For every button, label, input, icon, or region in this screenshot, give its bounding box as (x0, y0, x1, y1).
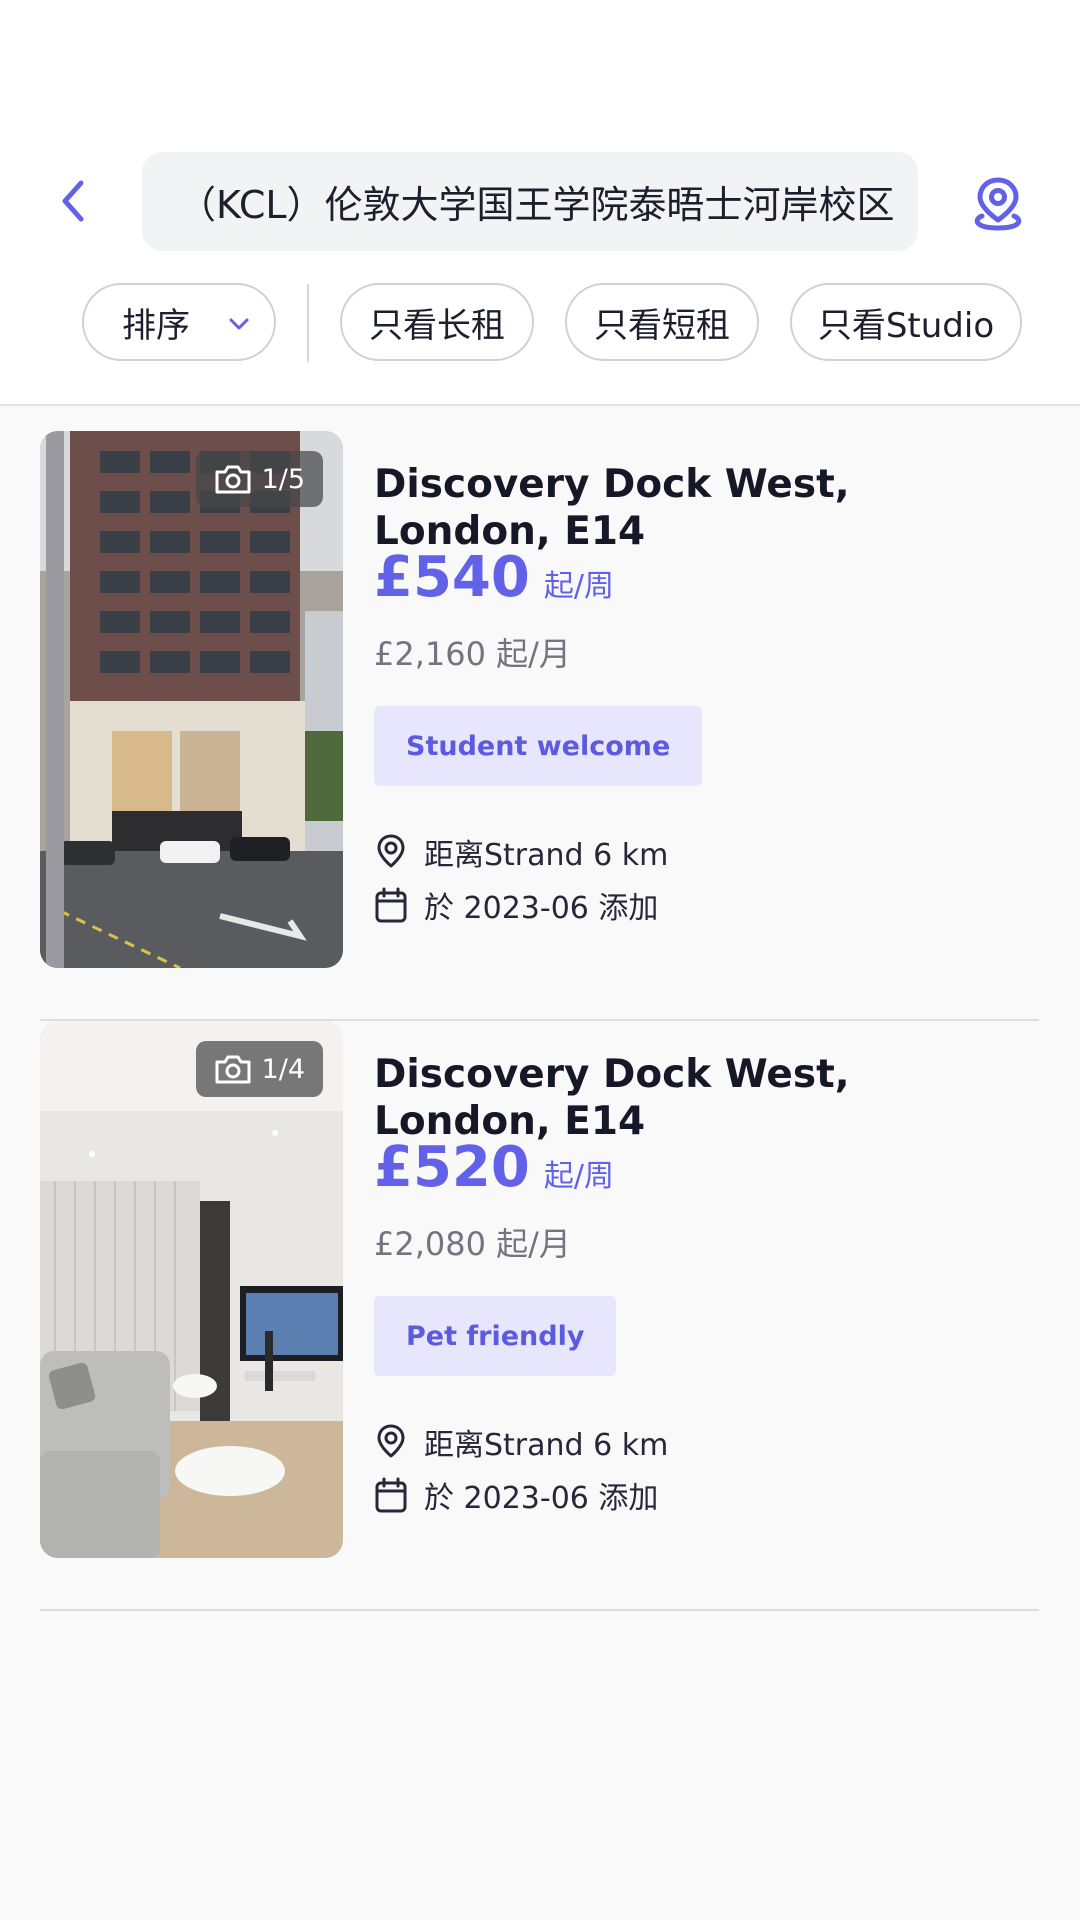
feature-tag: Student welcome (374, 706, 703, 786)
listing-divider (40, 1609, 1039, 1611)
back-button[interactable] (46, 170, 98, 232)
price-unit: 起/周 (543, 1159, 614, 1194)
photo-count-badge: 1/5 (195, 451, 323, 507)
price-value: £520 (374, 1135, 530, 1200)
monthly-price: £2,080 起/月 (374, 1225, 571, 1263)
sort-label: 排序 (122, 305, 190, 346)
filter-chip-label: 只看Studio (817, 305, 995, 346)
added-date-text: 於 2023-06 添加 (424, 1481, 659, 1516)
listing-photo[interactable]: 1/4 (40, 1021, 343, 1558)
listing-title[interactable]: Discovery Dock West, London, E14 (374, 461, 1014, 555)
added-date-text: 於 2023-06 添加 (424, 891, 659, 926)
filter-chip-studio[interactable]: 只看Studio (790, 283, 1022, 361)
added-date-row: 於 2023-06 添加 (374, 883, 658, 927)
filter-chip-label: 只看短租 (594, 305, 730, 346)
calendar-icon (375, 887, 407, 923)
listing-title[interactable]: Discovery Dock West, London, E14 (374, 1051, 1014, 1145)
listing-card[interactable]: 1/4 Discovery Dock West, London, E14 £52… (40, 1021, 1040, 1611)
filter-chip-long-term[interactable]: 只看长租 (340, 283, 534, 361)
weekly-price: £520 起/周 (374, 1135, 614, 1200)
location-icon (377, 834, 405, 868)
location-icon (377, 1424, 405, 1458)
distance-row: 距离Strand 6 km (374, 1420, 668, 1464)
photo-count-text: 1/5 (261, 463, 305, 495)
filter-chip-label: 只看长租 (369, 305, 505, 346)
back-arrow-icon (62, 180, 84, 222)
filter-divider (307, 284, 309, 362)
living-room-photo (40, 1021, 343, 1558)
monthly-price: £2,160 起/月 (374, 635, 571, 673)
map-pin-icon (974, 177, 1022, 231)
search-input-text: （KCL）伦敦大学国王学院泰晤士河岸校区 (178, 183, 895, 227)
sort-dropdown[interactable]: 排序 (82, 283, 276, 361)
map-button[interactable] (966, 168, 1030, 240)
listing-card[interactable]: 1/5 Discovery Dock West, London, E14 £54… (40, 431, 1040, 1021)
distance-text: 距离Strand 6 km (424, 838, 669, 873)
added-date-row: 於 2023-06 添加 (374, 1473, 658, 1517)
price-unit: 起/周 (543, 569, 614, 604)
building-photo (40, 431, 343, 968)
feature-tag: Pet friendly (374, 1296, 617, 1376)
distance-text: 距离Strand 6 km (424, 1428, 669, 1463)
distance-row: 距离Strand 6 km (374, 830, 668, 874)
listing-photo[interactable]: 1/5 (40, 431, 343, 968)
photo-count-text: 1/4 (261, 1053, 305, 1085)
top-bar: （KCL）伦敦大学国王学院泰晤士河岸校区 排序 只看长租 只看短租 只看Stud… (0, 0, 1080, 406)
filter-chip-short-term[interactable]: 只看短租 (565, 283, 759, 361)
weekly-price: £540 起/周 (374, 545, 614, 610)
calendar-icon (375, 1477, 407, 1513)
search-input[interactable]: （KCL）伦敦大学国王学院泰晤士河岸校区 (142, 152, 918, 251)
chevron-down-icon (229, 318, 249, 330)
photo-count-badge: 1/4 (195, 1041, 323, 1097)
price-value: £540 (374, 545, 530, 610)
camera-icon (215, 465, 251, 494)
camera-icon (215, 1055, 251, 1084)
